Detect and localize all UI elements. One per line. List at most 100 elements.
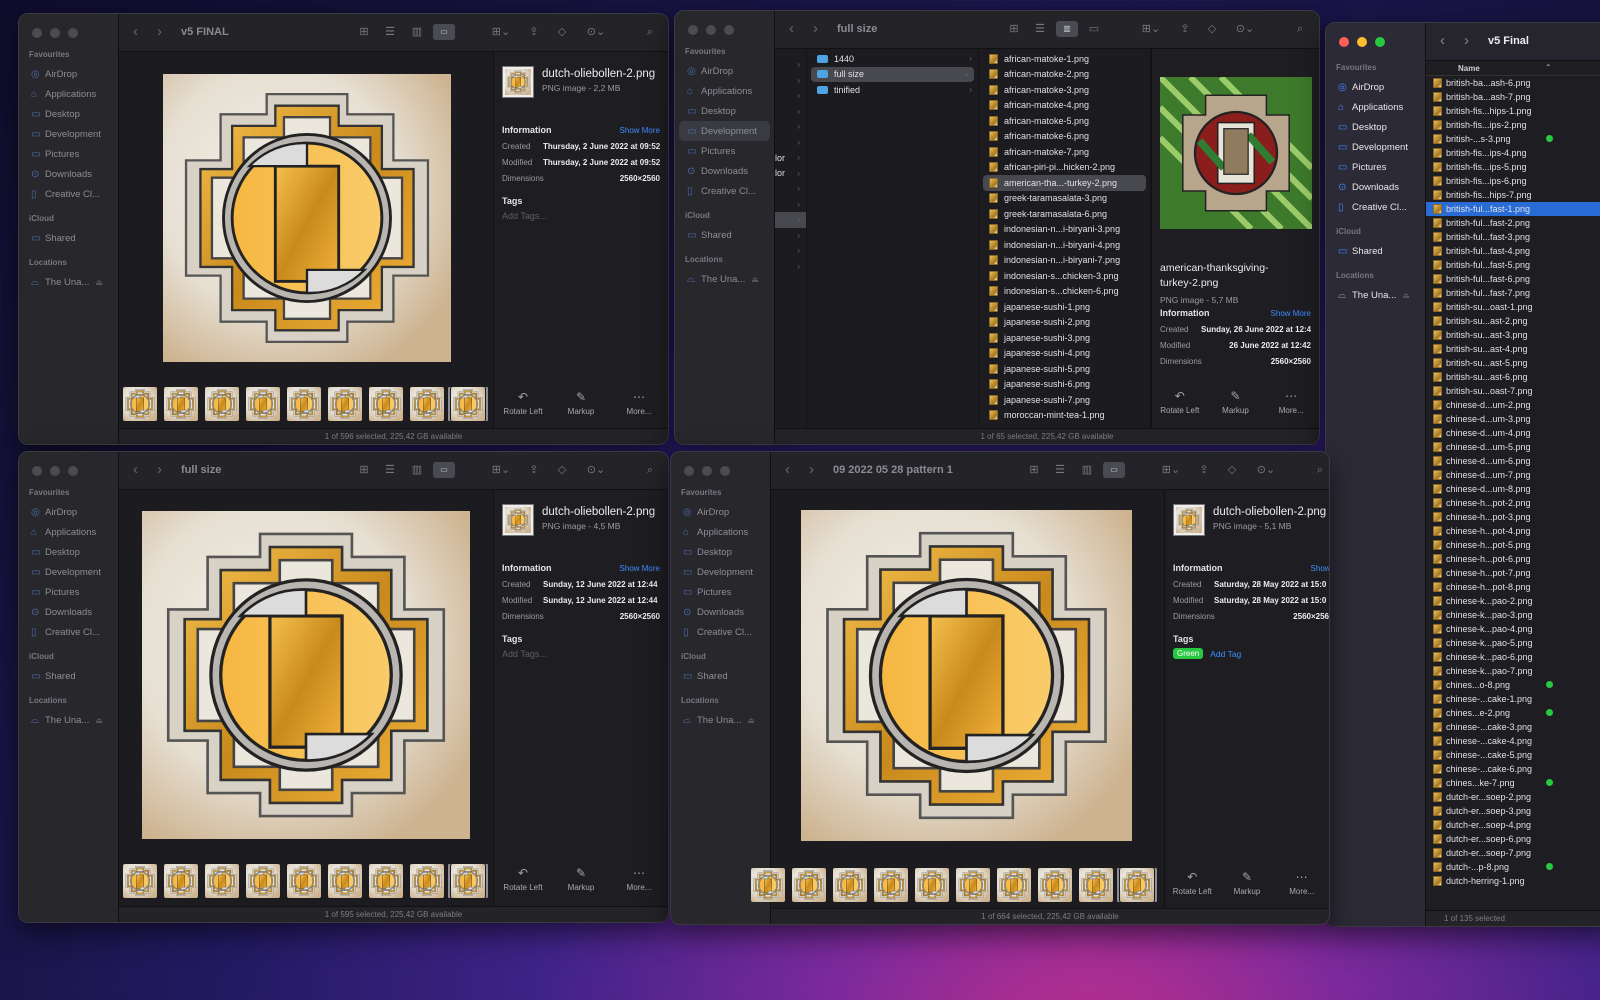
list-row[interactable]: chinese-d...um-6.png (1426, 454, 1600, 468)
traffic-lights[interactable] (32, 28, 78, 38)
sidebar-item-airdrop[interactable]: ◎ AirDrop (23, 502, 114, 522)
list-row[interactable]: chinese-d...um-8.png (1426, 482, 1600, 496)
sidebar-item-pictures[interactable]: ▭ Pictures (679, 141, 770, 161)
sidebar-item-drive[interactable]: ⌓ The Una... ⏏ (23, 272, 114, 292)
column-view-icon[interactable]: ▥ (408, 462, 426, 478)
markup-button[interactable]: ✎ Markup (553, 866, 609, 892)
sidebar-item-shared[interactable]: ▭ Shared (675, 666, 766, 686)
file-row[interactable]: japanese-sushi-2.png (979, 315, 1150, 331)
list-row[interactable]: chinese-d...um-2.png (1426, 398, 1600, 412)
add-tags-field[interactable]: Add Tags... (502, 649, 547, 659)
share-icon[interactable]: ⇪ (1176, 21, 1194, 37)
tag-icon[interactable]: ◇ (1223, 462, 1241, 478)
sidebar-item-shared[interactable]: ▭ Shared (679, 225, 770, 245)
sidebar-item-shared[interactable]: ▭ Shared (23, 228, 114, 248)
thumbnail[interactable] (751, 868, 785, 902)
file-row[interactable]: japanese-sushi-4.png (979, 346, 1150, 362)
list-row[interactable]: british-su...ast-6.png (1426, 370, 1600, 384)
sidebar-item-downloads[interactable]: ⊙ Downloads (23, 602, 114, 622)
file-row[interactable]: african-matoke-7.png (979, 144, 1150, 160)
sidebar-item-development[interactable]: ▭ Development (675, 562, 766, 582)
sidebar-item-applications[interactable]: ⌂ Applications (23, 84, 114, 104)
list-row[interactable]: dutch-herring-1.png (1426, 874, 1600, 888)
list-row[interactable]: british-su...oast-7.png (1426, 384, 1600, 398)
show-more-link[interactable]: Show More (1271, 309, 1311, 318)
list-row[interactable]: british-fis...ips-4.png (1426, 146, 1600, 160)
list-row[interactable]: british-ful...fast-2.png (1426, 216, 1600, 230)
eject-icon[interactable]: ⏏ (751, 275, 759, 284)
thumbnail[interactable] (410, 864, 444, 898)
folder-row[interactable]: tinified › (807, 82, 978, 98)
sidebar-item-drive[interactable]: ⌓ The Una... ⏏ (1330, 285, 1421, 305)
eject-icon[interactable]: ⏏ (95, 278, 103, 287)
list-row[interactable]: chinese-...cake-4.png (1426, 734, 1600, 748)
action-menu-icon[interactable]: ⊙⌄ (582, 462, 610, 478)
sidebar-item-airdrop[interactable]: ◎ AirDrop (1330, 77, 1421, 97)
tag-icon[interactable]: ◇ (1203, 21, 1221, 37)
back-icon[interactable]: ‹ (789, 20, 794, 37)
thumbnail[interactable] (956, 868, 990, 902)
list-row[interactable]: british-fis...ips-6.png (1426, 174, 1600, 188)
list-row[interactable]: british-fis...ips-2.png (1426, 118, 1600, 132)
finder-window-v5-final[interactable]: Favourites ◎ AirDrop ⌂ Applications ▭ Deskt… (18, 13, 669, 445)
file-row[interactable]: african-matoke-4.png (979, 98, 1150, 114)
sidebar-item-creative-cloud[interactable]: ▯ Creative Cl... (23, 622, 114, 642)
thumbnail[interactable] (369, 864, 403, 898)
file-row[interactable]: japanese-sushi-7.png (979, 392, 1150, 408)
thumbnail-selected[interactable] (448, 387, 488, 421)
list-row[interactable]: chinese-h...pot-5.png (1426, 538, 1600, 552)
list-row[interactable]: british-fis...hips-7.png (1426, 188, 1600, 202)
list-row[interactable]: british-su...ast-5.png (1426, 356, 1600, 370)
tag-green[interactable]: Green (1173, 648, 1204, 659)
thumbnail[interactable] (164, 387, 198, 421)
action-menu-icon[interactable]: ⊙⌄ (1231, 21, 1259, 37)
file-row[interactable]: african-matoke-1.png (979, 51, 1150, 67)
gallery-view-icon[interactable]: ▭ (433, 462, 455, 478)
list-row[interactable]: dutch-er...soep-3.png (1426, 804, 1600, 818)
action-menu-icon[interactable]: ⊙⌄ (1252, 462, 1280, 478)
thumbnail[interactable] (410, 387, 444, 421)
group-icon[interactable]: ⊞⌄ (487, 24, 515, 40)
sidebar-item-shared[interactable]: ▭ Shared (23, 666, 114, 686)
file-row[interactable]: moroccan-mint-tea-1.png (979, 408, 1150, 424)
list-row[interactable]: dutch-er...soep-4.png (1426, 818, 1600, 832)
share-icon[interactable]: ⇪ (525, 24, 543, 40)
back-icon[interactable]: ‹ (785, 461, 790, 478)
thumbnail[interactable] (833, 868, 867, 902)
sidebar-item-creative-cloud[interactable]: ▯ Creative Cl... (679, 181, 770, 201)
sidebar-item-development[interactable]: ▭ Development (679, 121, 770, 141)
file-row[interactable]: japanese-sushi-5.png (979, 361, 1150, 377)
finder-window-v5-final-list[interactable]: Favourites ◎ AirDrop ⌂ Applications ▭ Deskt… (1325, 22, 1600, 927)
column-partial[interactable]: › › › › › › lor › lor › › › › › › › (775, 49, 807, 428)
sidebar-item-desktop[interactable]: ▭ Desktop (1330, 117, 1421, 137)
file-row[interactable]: african-matoke-6.png (979, 129, 1150, 145)
sidebar-item-applications[interactable]: ⌂ Applications (23, 522, 114, 542)
sort-ascending-icon[interactable]: ⌃ (1545, 63, 1552, 72)
list-row[interactable]: british-...s-3.png (1426, 132, 1600, 146)
show-more-link[interactable]: Show More (620, 564, 660, 573)
eject-icon[interactable]: ⏏ (747, 716, 755, 725)
list-header[interactable]: Name ⌃ (1426, 61, 1600, 76)
thumbnail-selected[interactable] (1117, 868, 1157, 902)
list-row[interactable]: british-su...ast-4.png (1426, 342, 1600, 356)
sidebar-item-applications[interactable]: ⌂ Applications (679, 81, 770, 101)
sidebar-item-pictures[interactable]: ▭ Pictures (1330, 157, 1421, 177)
list-row[interactable]: chinese-d...um-4.png (1426, 426, 1600, 440)
back-icon[interactable]: ‹ (1440, 32, 1445, 49)
more-button[interactable]: ⋯ More... (1263, 389, 1319, 415)
list-row[interactable]: chinese-h...pot-6.png (1426, 552, 1600, 566)
list-row[interactable]: dutch-...p-8.png (1426, 860, 1600, 874)
file-row[interactable]: african-matoke-2.png (979, 67, 1150, 83)
gallery-view-icon[interactable]: ▭ (433, 24, 455, 40)
sidebar-item-downloads[interactable]: ⊙ Downloads (1330, 177, 1421, 197)
back-icon[interactable]: ‹ (133, 461, 138, 478)
sidebar-item-drive[interactable]: ⌓ The Una... ⏏ (679, 269, 770, 289)
more-button[interactable]: ⋯ More... (611, 866, 667, 892)
sidebar-item-desktop[interactable]: ▭ Desktop (679, 101, 770, 121)
sidebar-item-drive[interactable]: ⌓ The Una... ⏏ (23, 710, 114, 730)
list-row[interactable]: british-fis...ips-5.png (1426, 160, 1600, 174)
markup-button[interactable]: ✎ Markup (1208, 389, 1264, 415)
name-column-header[interactable]: Name (1458, 64, 1480, 73)
list-row[interactable]: chinese-k...pao-4.png (1426, 622, 1600, 636)
rotate-left-button[interactable]: ↶ Rotate Left (495, 866, 551, 892)
